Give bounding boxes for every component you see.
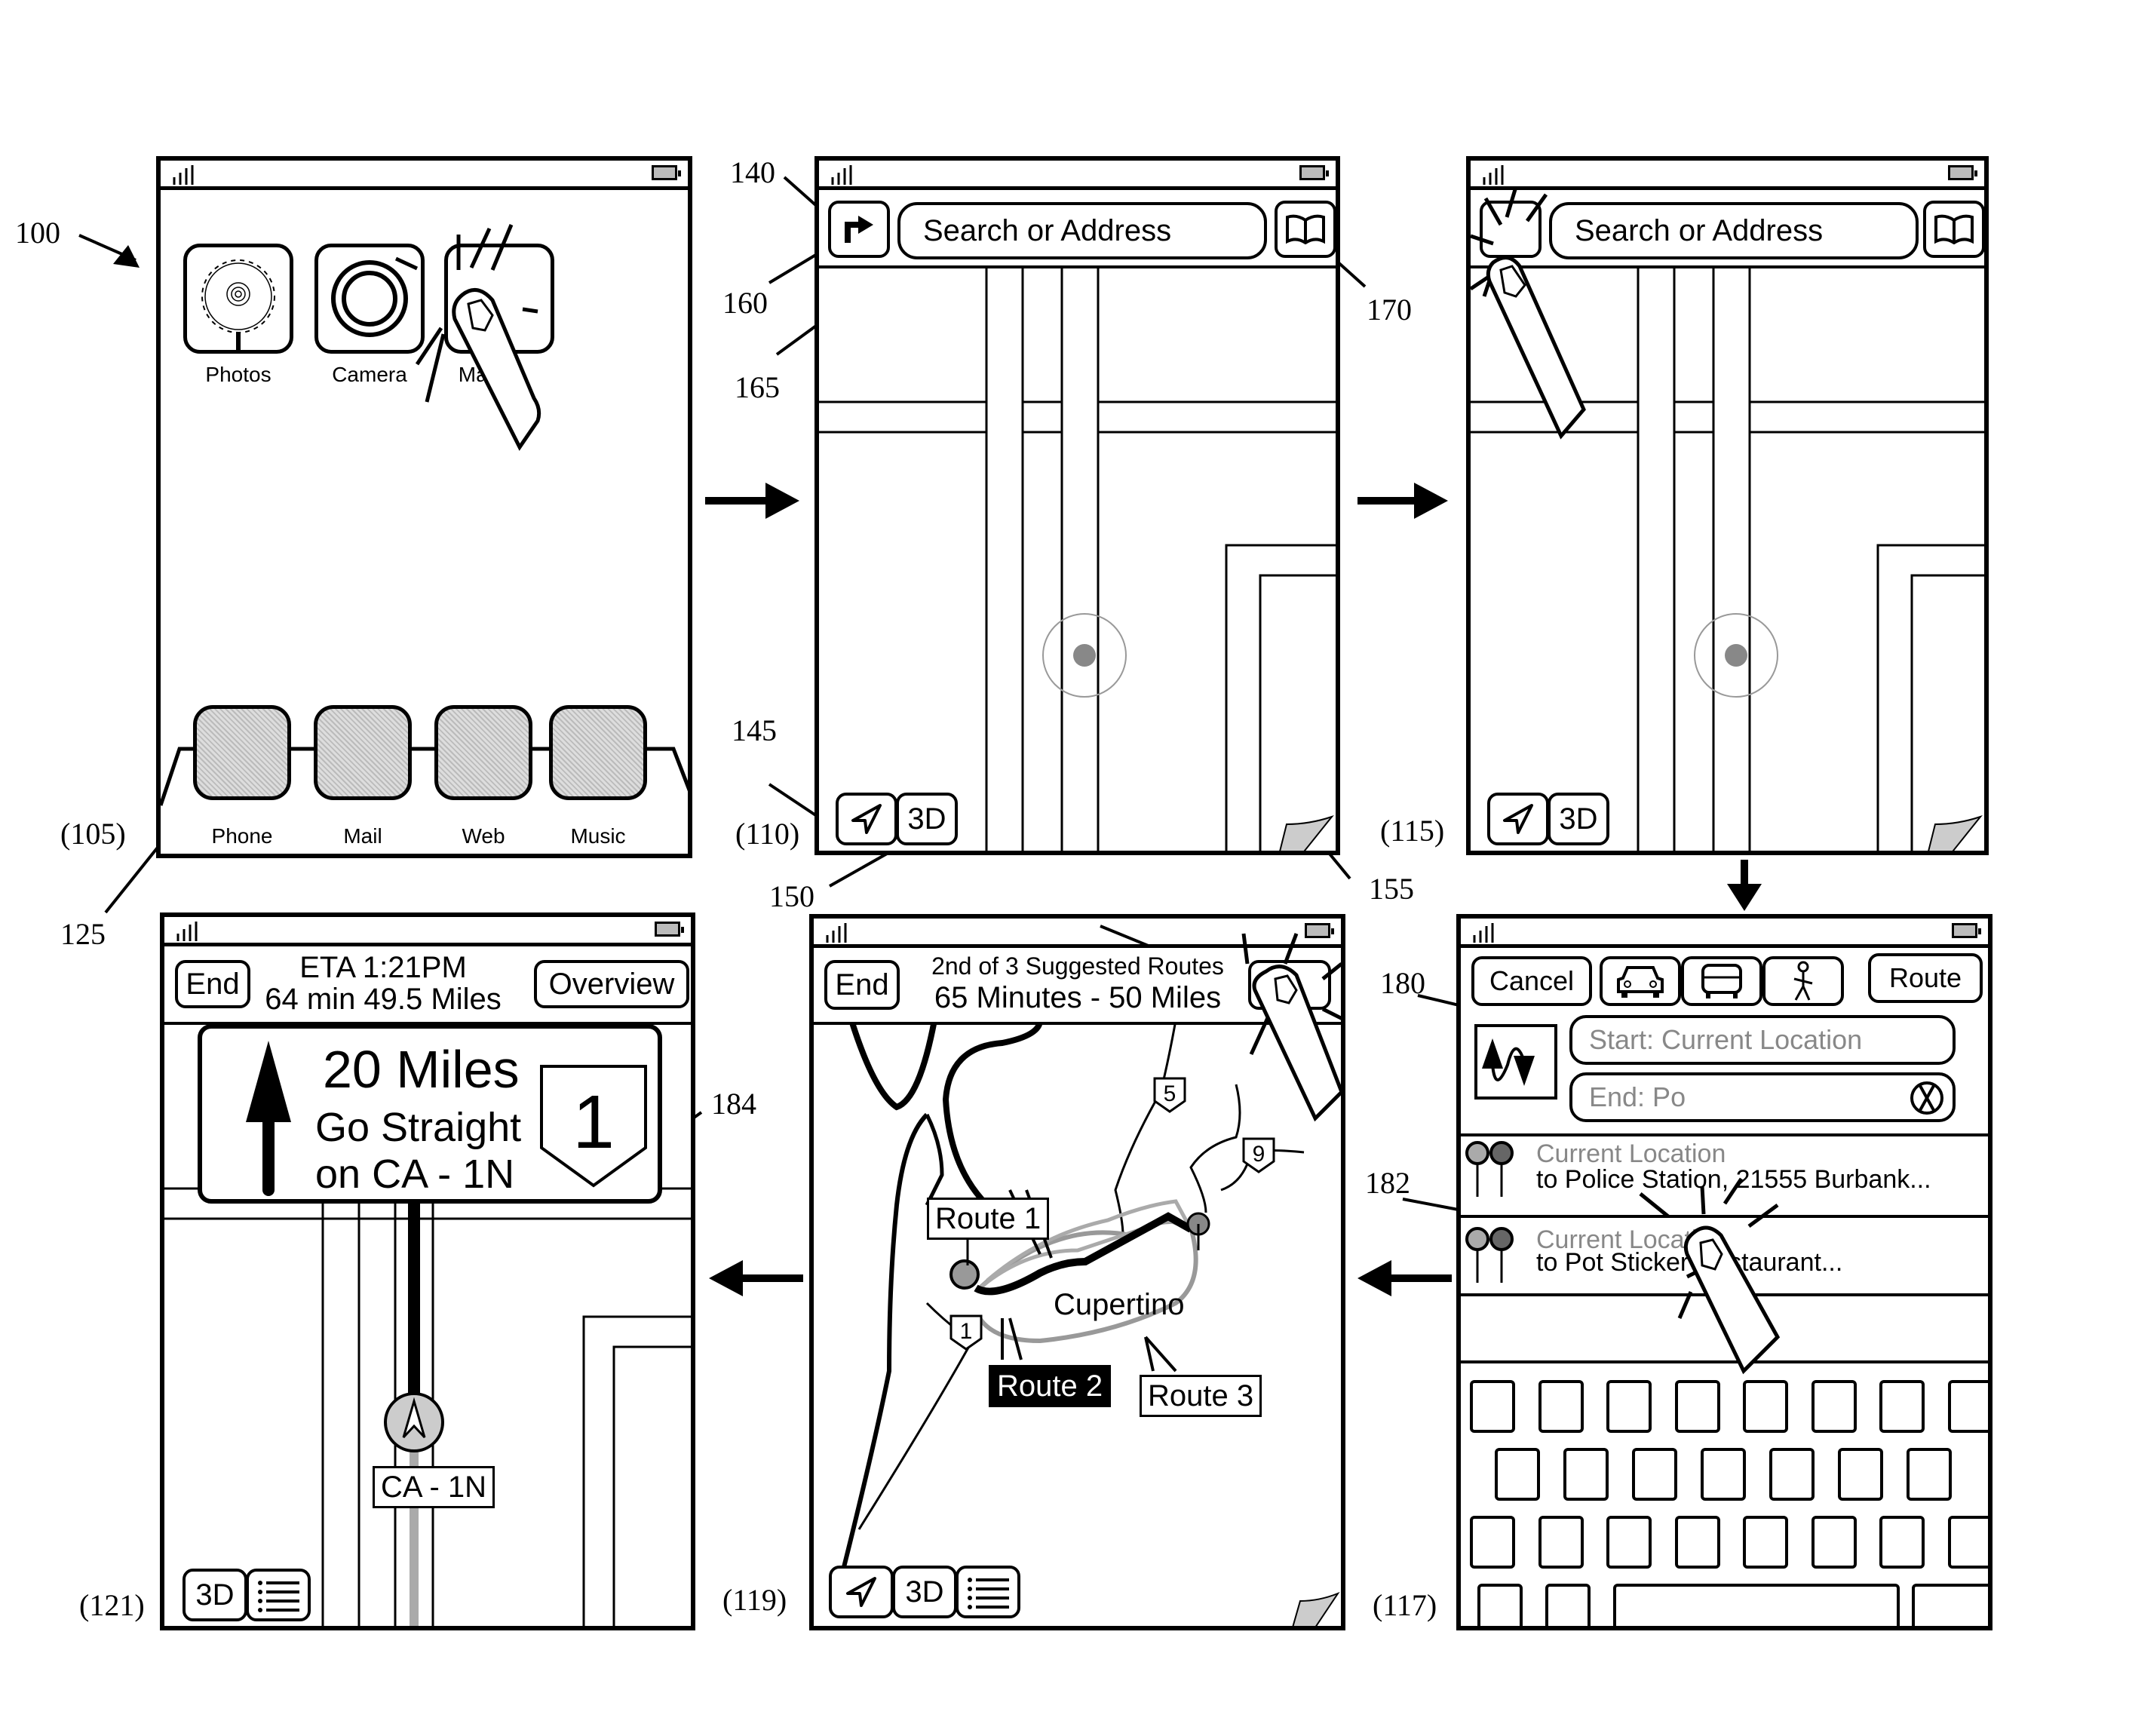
3d-label: 3D xyxy=(907,802,946,836)
list-icon xyxy=(258,1581,299,1612)
highway-shield-icon: 1 xyxy=(540,1065,647,1188)
location-arrow-icon xyxy=(851,804,882,834)
book-icon xyxy=(1286,214,1325,244)
road-label: CA - 1N xyxy=(373,1466,495,1508)
3d-label: 3D xyxy=(195,1578,235,1612)
3d-button[interactable]: 3D xyxy=(183,1569,247,1621)
map-top-bar: Search or Address xyxy=(819,190,1336,268)
shield-number: 1 xyxy=(572,1080,615,1164)
location-arrow-icon xyxy=(1503,804,1533,834)
dock-app-phone[interactable] xyxy=(193,705,291,800)
routes-panel: Route 1 Route 2 Route 3 Cupertino 5 9 1 … xyxy=(809,914,1345,1630)
nav-top-bar: End ETA 1:21PM 64 min 49.5 Miles Overvie… xyxy=(164,946,691,1025)
eta-label: ETA 1:21PM xyxy=(299,951,467,984)
maneuver-distance: 20 Miles xyxy=(323,1040,520,1099)
home-screen-panel: Photos Camera Maps Phone Mail Web Music xyxy=(156,156,692,858)
map-panel: Search or Address 3D xyxy=(814,156,1340,855)
dock-app-web[interactable] xyxy=(434,705,532,800)
current-location-button[interactable] xyxy=(836,793,897,845)
directions-panel: Cancel Route Start: Current Location End… xyxy=(1456,914,1992,1630)
dock-label-music: Music xyxy=(570,824,626,848)
overview-label: Overview xyxy=(548,967,675,1001)
map-tap-panel: Search or Address 3D xyxy=(1466,156,1989,855)
straight-arrow-icon xyxy=(246,1041,291,1196)
current-location-dot xyxy=(1073,644,1096,667)
dock-app-music[interactable] xyxy=(549,705,647,800)
bookmark-button[interactable] xyxy=(1275,201,1336,258)
end-button[interactable]: End xyxy=(175,960,250,1008)
list-button[interactable] xyxy=(246,1569,311,1621)
remaining-label: 64 min 49.5 Miles xyxy=(265,983,502,1016)
directions-button[interactable] xyxy=(828,201,890,258)
turn-arrow-icon xyxy=(845,216,873,243)
end-label: End xyxy=(186,967,240,1001)
maneuver-road: on CA - 1N xyxy=(315,1152,515,1197)
dock-label-web: Web xyxy=(462,824,505,848)
maneuver-banner: 20 Miles Go Straight on CA - 1N 1 xyxy=(198,1024,662,1204)
navigation-panel: End ETA 1:21PM 64 min 49.5 Miles Overvie… xyxy=(160,912,695,1630)
maneuver-instruction: Go Straight xyxy=(315,1105,522,1150)
dock-label-phone: Phone xyxy=(211,824,273,848)
current-location-button[interactable] xyxy=(1487,793,1549,845)
overview-button[interactable]: Overview xyxy=(534,960,689,1008)
3d-label: 3D xyxy=(1559,802,1598,836)
3d-button[interactable]: 3D xyxy=(896,793,958,845)
search-input[interactable]: Search or Address xyxy=(897,202,1267,259)
search-placeholder: Search or Address xyxy=(923,213,1172,247)
dock-label-mail: Mail xyxy=(343,824,382,848)
page-curl-icon xyxy=(1279,814,1334,851)
dock-app-mail[interactable] xyxy=(314,705,412,800)
3d-button[interactable]: 3D xyxy=(1548,793,1609,845)
page-curl-icon xyxy=(1292,1591,1340,1626)
finger-tap-icon xyxy=(1639,1177,1781,1375)
finger-tap-icon xyxy=(1471,186,1586,440)
